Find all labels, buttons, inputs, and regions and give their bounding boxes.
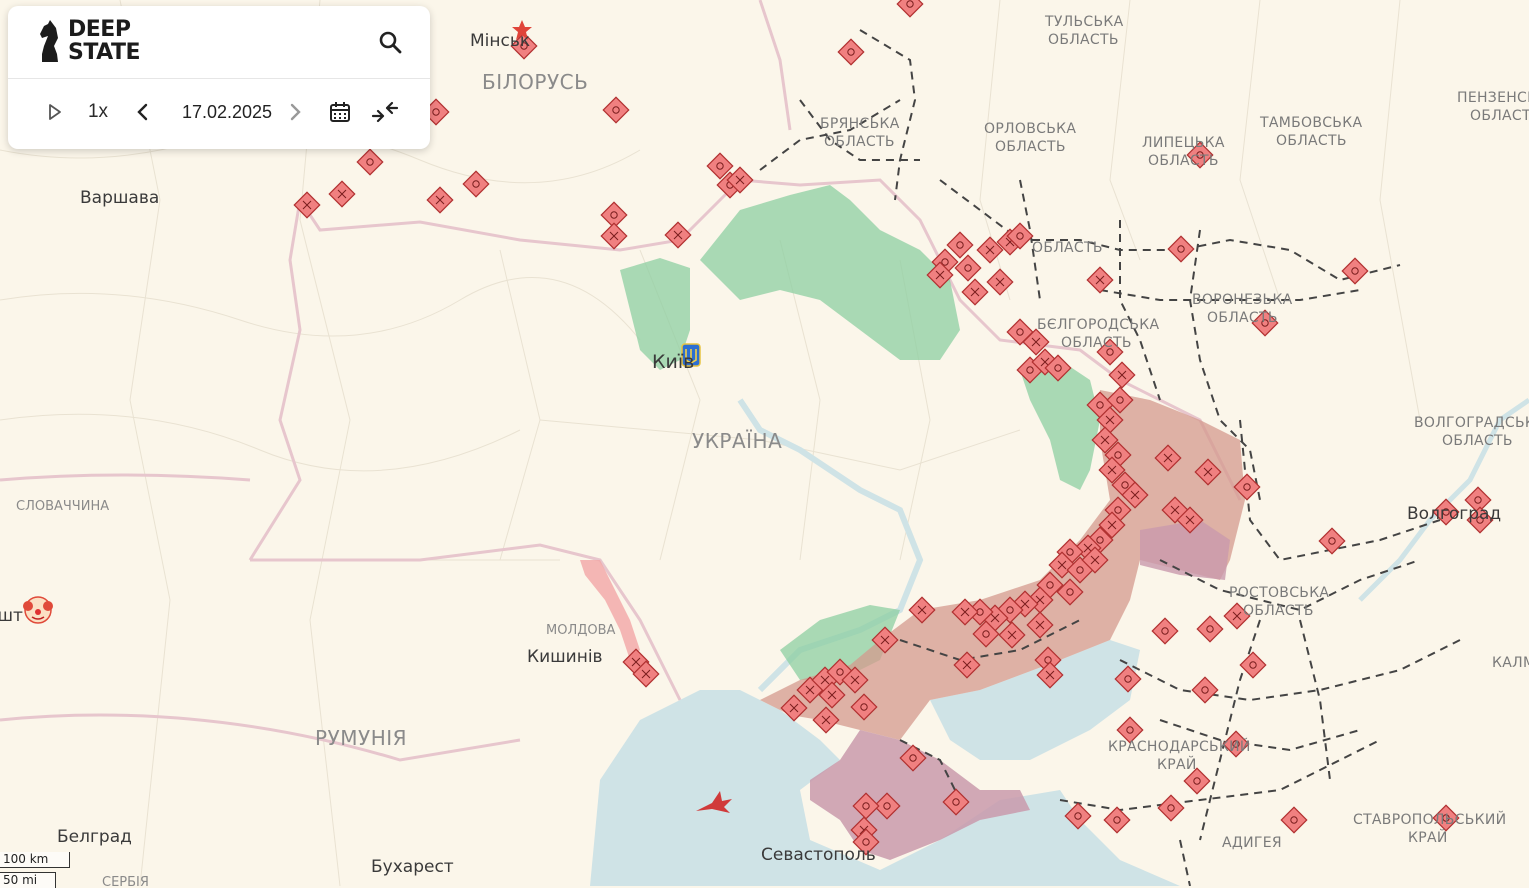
label-moldova: МОЛДОВА xyxy=(546,623,616,638)
svg-text:ОБЛАСТЬ: ОБЛАСТЬ xyxy=(1048,32,1119,48)
label-serbia: СЕРБІЯ xyxy=(102,875,149,886)
svg-text:АДИГЕЯ: АДИГЕЯ xyxy=(1222,835,1282,851)
label-chisinau: Кишинів xyxy=(527,647,603,667)
svg-text:ОБЛАСТЬ: ОБЛАСТЬ xyxy=(1276,133,1347,149)
chevron-right-icon xyxy=(290,103,301,121)
label-minsk: Мінськ xyxy=(470,31,530,51)
scale-km: 100 km xyxy=(0,852,70,868)
panel-header: DEEP STATE xyxy=(8,6,430,79)
play-icon xyxy=(49,104,61,120)
compare-button[interactable] xyxy=(368,96,402,128)
svg-text:ОБЛАСТЬ: ОБЛАСТЬ xyxy=(824,134,895,150)
play-button[interactable] xyxy=(38,96,70,128)
svg-text:ОБЛАСТЬ: ОБЛАСТЬ xyxy=(1207,310,1278,326)
current-date[interactable]: 17.02.2025 xyxy=(168,96,286,128)
svg-text:ОБЛАСТЬ: ОБЛАСТЬ xyxy=(1243,603,1314,619)
svg-text:ОБЛАСТЬ: ОБЛАСТЬ xyxy=(1148,153,1219,169)
label-belarus: БІЛОРУСЬ xyxy=(482,70,588,94)
logo-line-1: DEEP xyxy=(68,17,131,42)
svg-text:ОБЛАСТЬ: ОБЛАСТЬ xyxy=(1442,433,1513,449)
previous-date-button[interactable] xyxy=(130,96,156,128)
svg-text:ВОРОНЕЗЬКА: ВОРОНЕЗЬКА xyxy=(1192,292,1293,308)
label-ukraine: УКРАЇНА xyxy=(692,429,782,453)
label-warsaw: Варшава xyxy=(80,188,159,208)
svg-text:ОБЛАСТЬ: ОБЛАСТЬ xyxy=(1032,240,1103,256)
label-bucharest: Бухарест xyxy=(371,857,454,877)
svg-text:ОБЛАСТЬ: ОБЛАСТЬ xyxy=(1470,108,1529,124)
svg-text:ЛИПЕЦЬКА: ЛИПЕЦЬКА xyxy=(1142,135,1225,151)
collapse-arrows-icon xyxy=(371,101,399,123)
svg-text:ТУЛЬСЬКА: ТУЛЬСЬКА xyxy=(1044,14,1124,30)
calendar-button[interactable] xyxy=(324,96,356,128)
svg-text:ОРЛОВСЬКА: ОРЛОВСЬКА xyxy=(984,121,1076,137)
svg-text:ОБЛАСТЬ: ОБЛАСТЬ xyxy=(1061,335,1132,351)
svg-text:КРАСНОДАРСЬКИЙ: КРАСНОДАРСЬКИЙ xyxy=(1108,737,1251,755)
calendar-icon xyxy=(330,102,350,122)
region-label-kursk: ОБЛАСТЬ xyxy=(1032,240,1103,256)
chevron-left-icon xyxy=(137,103,148,121)
logo-line-2: STATE xyxy=(68,40,141,65)
svg-text:КАЛМ: КАЛМ xyxy=(1492,655,1529,671)
knight-logo-icon xyxy=(40,20,58,62)
svg-text:ПЕНЗЕНСЬКА: ПЕНЗЕНСЬКА xyxy=(1457,90,1529,106)
label-budapest: Будапешт xyxy=(0,606,23,626)
svg-text:КРАЙ: КРАЙ xyxy=(1408,828,1448,846)
svg-text:ВОЛГОГРАДСЬКА: ВОЛГОГРАДСЬКА xyxy=(1414,415,1529,431)
region-label-adygea: АДИГЕЯ xyxy=(1222,835,1282,851)
svg-text:БРЯНСЬКА: БРЯНСЬКА xyxy=(820,116,900,132)
label-kyiv: Київ xyxy=(652,351,694,373)
search-icon xyxy=(379,31,402,54)
svg-text:СТАВРОПОЛЬСЬКИЙ: СТАВРОПОЛЬСЬКИЙ xyxy=(1353,810,1506,828)
logo-text: DEEP STATE xyxy=(68,17,141,65)
label-belgrade: Белград xyxy=(57,827,132,847)
svg-text:БЄЛГОРОДСЬКА: БЄЛГОРОДСЬКА xyxy=(1037,317,1159,333)
speed-toggle[interactable]: 1x xyxy=(80,96,116,128)
label-sevastopol: Севастополь xyxy=(761,845,876,865)
svg-text:КРАЙ: КРАЙ xyxy=(1157,755,1197,773)
svg-text:ОБЛАСТЬ: ОБЛАСТЬ xyxy=(995,139,1066,155)
label-volgograd: Волгоград xyxy=(1407,504,1501,524)
svg-text:РОСТОВСЬКА: РОСТОВСЬКА xyxy=(1229,585,1329,601)
control-panel: DEEP STATE 1x 17.02.2025 xyxy=(8,6,430,149)
label-slovakia: СЛОВАЧЧИНА xyxy=(16,499,109,514)
svg-text:ТАМБОВСЬКА: ТАМБОВСЬКА xyxy=(1259,115,1362,131)
region-label-kalmykia: КАЛМ xyxy=(1492,655,1529,671)
search-button[interactable] xyxy=(374,26,406,58)
next-date-button[interactable] xyxy=(282,96,308,128)
label-romania: РУМУНІЯ xyxy=(315,726,407,750)
